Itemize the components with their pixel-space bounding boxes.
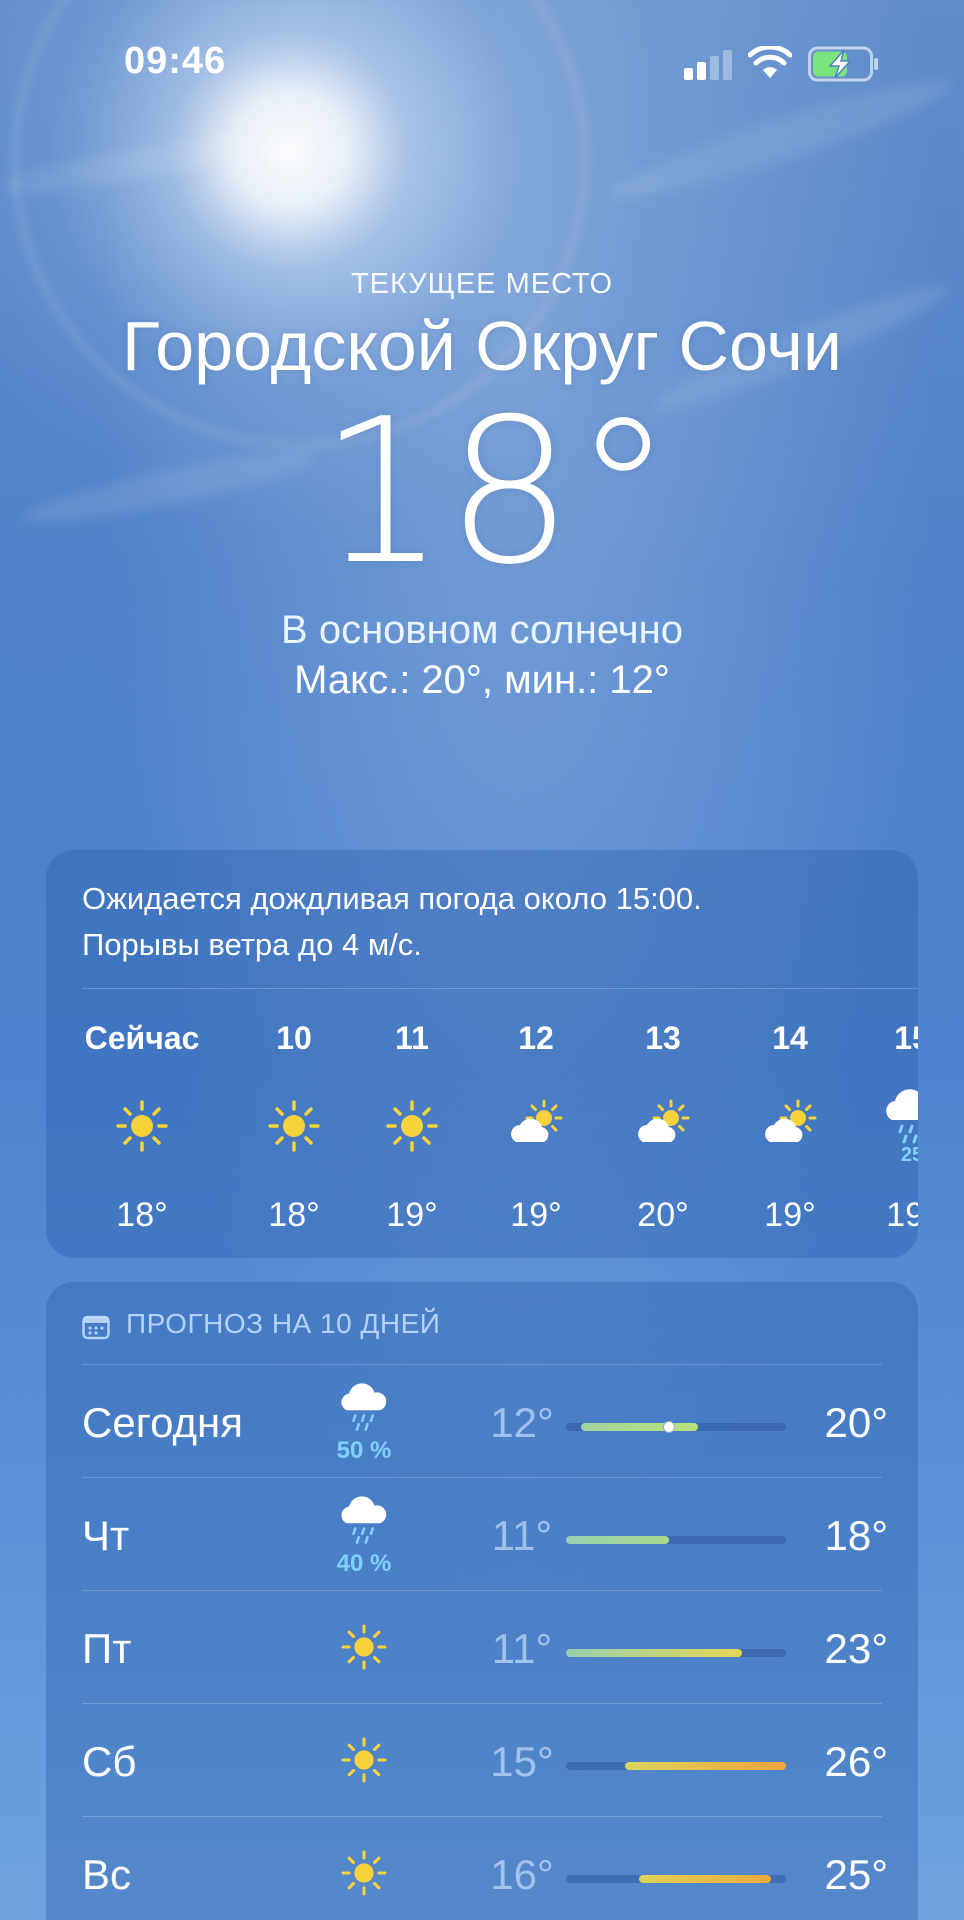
day-name: Чт	[82, 1512, 130, 1559]
battery-charging-icon	[808, 46, 878, 82]
day-name: Пт	[82, 1625, 132, 1672]
weather-condition: В основном солнечно	[281, 608, 683, 652]
temperature-range-fill	[566, 1649, 742, 1657]
hourly-time: 14	[772, 1020, 808, 1056]
day-high-temperature: 23°	[824, 1625, 888, 1672]
day-low-temperature: 16°	[490, 1851, 554, 1898]
city-name: Городской Округ Сочи	[122, 307, 842, 385]
day-low-temperature: 11°	[491, 1625, 553, 1672]
hourly-item: Сейчас 18°	[82, 1000, 202, 1250]
hourly-item: 13 20°	[603, 1000, 723, 1250]
hourly-item: 10 18°	[234, 1000, 354, 1250]
hourly-temperature: 18°	[116, 1196, 168, 1234]
temperature-range-bar	[566, 1421, 786, 1433]
hourly-time: Сейчас	[84, 1020, 200, 1056]
hourly-item: 14 19°	[730, 1000, 850, 1250]
ten-day-forecast-card[interactable]: ПРОГНОЗ НА 10 ДНЕЙ Сегодня 50 % 12° 20° Чт …	[46, 1282, 918, 1920]
status-bar: 09:46	[0, 0, 964, 120]
hourly-time: 10	[276, 1020, 312, 1056]
hourly-summary-line: Порывы ветра до 4 м/с.	[82, 927, 422, 962]
high-low-temperature: Макс.: 20°, мин.: 12°	[294, 658, 670, 702]
hourly-temperature: 20°	[637, 1196, 689, 1234]
hourly-item: 11 19°	[352, 1000, 472, 1250]
hourly-time: 11	[395, 1020, 429, 1056]
day-precipitation: 40 %	[336, 1550, 392, 1577]
hourly-time: 15	[894, 1020, 918, 1056]
partly-cloudy-icon	[631, 1094, 695, 1158]
day-low-temperature: 15°	[490, 1738, 554, 1785]
daily-row[interactable]: Сегодня 50 % 12° 20°	[46, 1365, 918, 1477]
daily-row[interactable]: Сб 15° 26°	[46, 1704, 918, 1816]
day-high-temperature: 20°	[824, 1399, 888, 1446]
day-low-temperature: 11°	[491, 1512, 553, 1559]
temperature-range-bar	[566, 1762, 786, 1770]
temperature-range-fill	[624, 1762, 786, 1770]
day-high-temperature: 18°	[824, 1512, 888, 1559]
day-high-temperature: 25°	[824, 1851, 888, 1898]
sun-icon	[336, 1619, 392, 1675]
rain-cloud-icon	[336, 1490, 392, 1546]
ten-day-forecast-title: ПРОГНОЗ НА 10 ДНЕЙ	[126, 1308, 441, 1339]
day-name: Сегодня	[82, 1399, 243, 1446]
temperature-range-fill	[566, 1536, 669, 1544]
cellular-signal-icon	[684, 48, 734, 80]
hourly-forecast-card[interactable]: Ожидается дождливая погода около 15:00. …	[46, 850, 918, 1258]
hourly-temperature: 18°	[268, 1196, 320, 1234]
hourly-summary: Ожидается дождливая погода около 15:00. …	[82, 876, 882, 968]
partly-cloudy-icon	[504, 1094, 568, 1158]
day-name: Сб	[82, 1738, 137, 1785]
sun-icon	[380, 1094, 444, 1158]
status-time: 09:46	[124, 40, 227, 82]
divider	[82, 988, 918, 989]
hourly-precipitation: 25	[900, 1144, 918, 1166]
hourly-item: 15 25 19°	[852, 1000, 918, 1250]
hourly-temperature: 19°	[764, 1196, 816, 1234]
temperature-range-fill	[639, 1875, 772, 1883]
sun-icon	[336, 1845, 392, 1901]
temperature-range-bar	[566, 1536, 786, 1544]
hourly-temperature: 19°	[510, 1196, 562, 1234]
rain-cloud-icon	[880, 1082, 918, 1146]
wifi-icon	[748, 46, 792, 78]
temperature-range-bar	[566, 1875, 786, 1883]
hourly-time: 13	[645, 1020, 681, 1056]
day-low-temperature: 12°	[490, 1399, 554, 1446]
daily-row[interactable]: Чт 40 % 11° 18°	[46, 1478, 918, 1590]
day-name: Вс	[82, 1851, 132, 1898]
rain-cloud-icon	[336, 1377, 392, 1433]
sun-icon	[262, 1094, 326, 1158]
sun-icon	[336, 1732, 392, 1788]
hourly-time: 12	[518, 1020, 554, 1056]
location-label: ТЕКУЩЕЕ МЕСТО	[350, 268, 614, 300]
calendar-icon	[82, 1315, 110, 1340]
day-high-temperature: 26°	[824, 1738, 888, 1785]
hourly-summary-line: Ожидается дождливая погода около 15:00.	[82, 881, 702, 916]
current-temperature: 18°	[318, 376, 674, 609]
sun-icon	[110, 1094, 174, 1158]
temperature-range-fill	[580, 1423, 698, 1431]
partly-cloudy-icon	[758, 1094, 822, 1158]
hourly-item: 12 19°	[476, 1000, 596, 1250]
daily-row[interactable]: Вс 16° 25°	[46, 1817, 918, 1920]
day-precipitation: 50 %	[336, 1437, 392, 1464]
cloud-streak	[0, 127, 261, 203]
daily-row[interactable]: Пт 11° 23°	[46, 1591, 918, 1703]
hourly-temperature: 19°	[886, 1196, 918, 1234]
hourly-temperature: 19°	[386, 1196, 438, 1234]
current-temperature-marker	[662, 1421, 675, 1433]
temperature-range-bar	[566, 1649, 786, 1657]
